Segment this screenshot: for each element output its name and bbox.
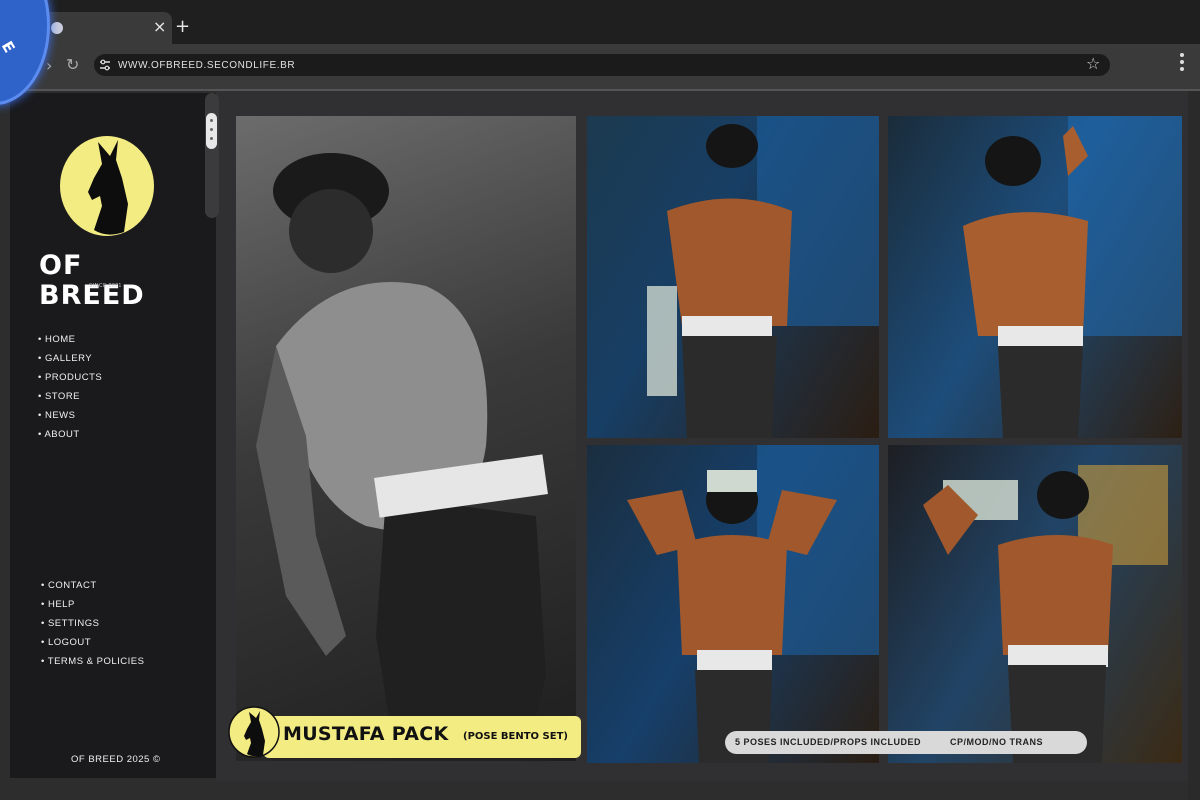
nav-item-home[interactable]: • HOME	[38, 333, 102, 352]
scrollbar-track[interactable]	[205, 93, 219, 218]
pose-photo-4[interactable]	[888, 445, 1182, 763]
permissions-info: CP/MOD/NO TRANS	[950, 737, 1043, 747]
pose-photo-3[interactable]	[587, 445, 879, 763]
nav-item-contact[interactable]: • CONTACT	[41, 579, 144, 598]
nav-item-settings[interactable]: • SETTINGS	[41, 617, 144, 636]
nav-item-help[interactable]: • HELP	[41, 598, 144, 617]
tab-favicon-icon	[51, 22, 63, 34]
nav-item-about[interactable]: • ABOUT	[38, 428, 102, 447]
url-text[interactable]: WWW.OFBREED.SECONDLIFE.BR	[118, 60, 295, 72]
nav-item-gallery[interactable]: • GALLERY	[38, 352, 102, 371]
window-edge	[1188, 91, 1200, 800]
site-settings-icon[interactable]	[97, 57, 113, 73]
new-tab-icon[interactable]: +	[175, 16, 190, 38]
nav-item-products[interactable]: • PRODUCTS	[38, 371, 102, 390]
nav-item-terms[interactable]: • TERMS & POLICIES	[41, 655, 144, 674]
doberman-logo-icon	[60, 136, 154, 236]
browser-menu-icon[interactable]	[1178, 50, 1186, 80]
pose-photo-1[interactable]	[587, 116, 879, 438]
pose-photo-2[interactable]	[888, 116, 1182, 438]
product-title: MUSTAFA PACK	[283, 723, 449, 745]
poses-info: 5 POSES INCLUDED/PROPS INCLUDED	[735, 737, 922, 747]
brand-name: OF BREED	[39, 250, 145, 311]
product-subtitle: (POSE BENTO SET)	[463, 731, 568, 742]
nav-item-logout[interactable]: • LOGOUT	[41, 636, 144, 655]
tab-close-icon[interactable]: ×	[153, 17, 166, 37]
browser-window: × + › ↻ WWW.OFBREED.SECONDLIFE.BR ☆ OF B…	[0, 0, 1200, 800]
secondary-nav: • CONTACT • HELP • SETTINGS • LOGOUT • T…	[41, 579, 144, 674]
bookmark-star-icon[interactable]: ☆	[1086, 54, 1100, 74]
forward-icon[interactable]: ›	[46, 56, 52, 75]
main-pose-photo[interactable]	[236, 116, 576, 761]
nav-item-store[interactable]: • STORE	[38, 390, 102, 409]
reload-icon[interactable]: ↻	[66, 55, 79, 74]
scrollbar-thumb[interactable]	[206, 113, 217, 149]
main-nav: • HOME • GALLERY • PRODUCTS • STORE • NE…	[38, 333, 102, 447]
banner-doberman-logo-icon	[228, 706, 280, 758]
copyright-text: OF BREED 2025 ©	[71, 754, 161, 765]
nav-item-news[interactable]: • NEWS	[38, 409, 102, 428]
brand-since: SINCE 2021	[89, 283, 122, 289]
